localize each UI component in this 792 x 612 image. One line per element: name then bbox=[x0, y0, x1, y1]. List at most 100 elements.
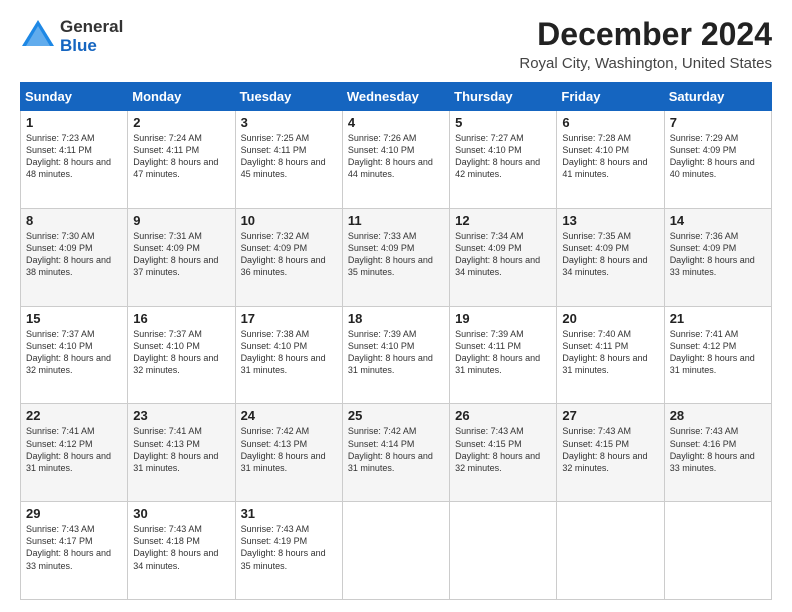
cell-text: Sunrise: 7:39 AMSunset: 4:11 PMDaylight:… bbox=[455, 329, 540, 375]
day-number: 15 bbox=[26, 311, 122, 326]
calendar-cell: 4 Sunrise: 7:26 AMSunset: 4:10 PMDaylight… bbox=[342, 111, 449, 209]
cell-text: Sunrise: 7:43 AMSunset: 4:19 PMDaylight:… bbox=[241, 524, 326, 570]
day-number: 3 bbox=[241, 115, 337, 130]
cell-text: Sunrise: 7:41 AMSunset: 4:12 PMDaylight:… bbox=[670, 329, 755, 375]
calendar-day-header: Friday bbox=[557, 83, 664, 111]
calendar-cell: 14 Sunrise: 7:36 AMSunset: 4:09 PMDayligh… bbox=[664, 208, 771, 306]
cell-text: Sunrise: 7:40 AMSunset: 4:11 PMDaylight:… bbox=[562, 329, 647, 375]
day-number: 29 bbox=[26, 506, 122, 521]
calendar-body: 1 Sunrise: 7:23 AMSunset: 4:11 PMDaylight… bbox=[21, 111, 772, 600]
calendar-cell: 6Sunrise: 7:28 AMSunset: 4:10 PMDaylight… bbox=[557, 111, 664, 209]
page: General Blue December 2024 Royal City, W… bbox=[0, 0, 792, 612]
cell-text: Sunrise: 7:37 AMSunset: 4:10 PMDaylight:… bbox=[26, 329, 111, 375]
calendar-cell: 13 Sunrise: 7:35 AMSunset: 4:09 PMDayligh… bbox=[557, 208, 664, 306]
day-number: 30 bbox=[133, 506, 229, 521]
cell-text: Sunrise: 7:43 AMSunset: 4:15 PMDaylight:… bbox=[562, 426, 647, 472]
calendar-cell: 11 Sunrise: 7:33 AMSunset: 4:09 PMDayligh… bbox=[342, 208, 449, 306]
day-number: 1 bbox=[26, 115, 122, 130]
day-number: 13 bbox=[562, 213, 658, 228]
cell-text: Sunrise: 7:24 AMSunset: 4:11 PMDaylight:… bbox=[133, 133, 218, 179]
cell-text: Sunrise: 7:37 AMSunset: 4:10 PMDaylight:… bbox=[133, 329, 218, 375]
logo: General Blue bbox=[20, 16, 123, 57]
calendar-day-header: Tuesday bbox=[235, 83, 342, 111]
day-number: 25 bbox=[348, 408, 444, 423]
calendar-day-header: Monday bbox=[128, 83, 235, 111]
day-number: 20 bbox=[562, 311, 658, 326]
calendar-cell: 12 Sunrise: 7:34 AMSunset: 4:09 PMDayligh… bbox=[450, 208, 557, 306]
calendar-cell: 26Sunrise: 7:43 AMSunset: 4:15 PMDayligh… bbox=[450, 404, 557, 502]
day-number: 7 bbox=[670, 115, 766, 130]
cell-text: Sunrise: 7:30 AMSunset: 4:09 PMDaylight:… bbox=[26, 231, 111, 277]
cell-text: Sunrise: 7:43 AMSunset: 4:17 PMDaylight:… bbox=[26, 524, 111, 570]
calendar-cell bbox=[342, 502, 449, 600]
day-number: 10 bbox=[241, 213, 337, 228]
day-number: 2 bbox=[133, 115, 229, 130]
day-number: 31 bbox=[241, 506, 337, 521]
calendar-cell: 20 Sunrise: 7:40 AMSunset: 4:11 PMDayligh… bbox=[557, 306, 664, 404]
day-number: 6 bbox=[562, 115, 658, 130]
calendar-day-header: Saturday bbox=[664, 83, 771, 111]
cell-text: Sunrise: 7:23 AMSunset: 4:11 PMDaylight:… bbox=[26, 133, 111, 179]
day-number: 24 bbox=[241, 408, 337, 423]
cell-text: Sunrise: 7:39 AMSunset: 4:10 PMDaylight:… bbox=[348, 329, 433, 375]
day-number: 11 bbox=[348, 213, 444, 228]
calendar-day-header: Wednesday bbox=[342, 83, 449, 111]
day-number: 8 bbox=[26, 213, 122, 228]
day-number: 12 bbox=[455, 213, 551, 228]
day-number: 5 bbox=[455, 115, 551, 130]
cell-text: Sunrise: 7:31 AMSunset: 4:09 PMDaylight:… bbox=[133, 231, 218, 277]
cell-text: Sunrise: 7:26 AMSunset: 4:10 PMDaylight:… bbox=[348, 133, 433, 179]
logo-blue-text: Blue bbox=[60, 37, 123, 56]
calendar-cell: 29 Sunrise: 7:43 AMSunset: 4:17 PMDayligh… bbox=[21, 502, 128, 600]
title-section: December 2024 Royal City, Washington, Un… bbox=[519, 16, 772, 72]
cell-text: Sunrise: 7:34 AMSunset: 4:09 PMDaylight:… bbox=[455, 231, 540, 277]
main-title: December 2024 bbox=[519, 16, 772, 53]
calendar-week-row: 1 Sunrise: 7:23 AMSunset: 4:11 PMDaylight… bbox=[21, 111, 772, 209]
calendar-cell: 1 Sunrise: 7:23 AMSunset: 4:11 PMDaylight… bbox=[21, 111, 128, 209]
day-number: 27 bbox=[562, 408, 658, 423]
calendar-cell: 9 Sunrise: 7:31 AMSunset: 4:09 PMDaylight… bbox=[128, 208, 235, 306]
cell-text: Sunrise: 7:33 AMSunset: 4:09 PMDaylight:… bbox=[348, 231, 433, 277]
calendar-cell: 24 Sunrise: 7:42 AMSunset: 4:13 PMDayligh… bbox=[235, 404, 342, 502]
calendar-cell: 21 Sunrise: 7:41 AMSunset: 4:12 PMDayligh… bbox=[664, 306, 771, 404]
cell-text: Sunrise: 7:36 AMSunset: 4:09 PMDaylight:… bbox=[670, 231, 755, 277]
day-number: 17 bbox=[241, 311, 337, 326]
day-number: 22 bbox=[26, 408, 122, 423]
day-number: 19 bbox=[455, 311, 551, 326]
calendar-cell: 3 Sunrise: 7:25 AMSunset: 4:11 PMDaylight… bbox=[235, 111, 342, 209]
calendar-cell bbox=[450, 502, 557, 600]
cell-text: Sunrise: 7:25 AMSunset: 4:11 PMDaylight:… bbox=[241, 133, 326, 179]
calendar-cell: 2 Sunrise: 7:24 AMSunset: 4:11 PMDaylight… bbox=[128, 111, 235, 209]
calendar-cell: 27 Sunrise: 7:43 AMSunset: 4:15 PMDayligh… bbox=[557, 404, 664, 502]
subtitle: Royal City, Washington, United States bbox=[519, 55, 772, 72]
day-number: 14 bbox=[670, 213, 766, 228]
cell-text: Sunrise: 7:41 AMSunset: 4:12 PMDaylight:… bbox=[26, 426, 111, 472]
calendar-day-header: Sunday bbox=[21, 83, 128, 111]
calendar-cell: 28Sunrise: 7:43 AMSunset: 4:16 PMDayligh… bbox=[664, 404, 771, 502]
day-number: 16 bbox=[133, 311, 229, 326]
calendar-cell bbox=[664, 502, 771, 600]
calendar-week-row: 15 Sunrise: 7:37 AMSunset: 4:10 PMDayligh… bbox=[21, 306, 772, 404]
calendar-cell: 16 Sunrise: 7:37 AMSunset: 4:10 PMDayligh… bbox=[128, 306, 235, 404]
calendar-cell: 5Sunrise: 7:27 AMSunset: 4:10 PMDaylight… bbox=[450, 111, 557, 209]
cell-text: Sunrise: 7:42 AMSunset: 4:13 PMDaylight:… bbox=[241, 426, 326, 472]
cell-text: Sunrise: 7:35 AMSunset: 4:09 PMDaylight:… bbox=[562, 231, 647, 277]
cell-text: Sunrise: 7:42 AMSunset: 4:14 PMDaylight:… bbox=[348, 426, 433, 472]
day-number: 4 bbox=[348, 115, 444, 130]
header: General Blue December 2024 Royal City, W… bbox=[20, 16, 772, 72]
calendar-cell: 18 Sunrise: 7:39 AMSunset: 4:10 PMDayligh… bbox=[342, 306, 449, 404]
day-number: 9 bbox=[133, 213, 229, 228]
cell-text: Sunrise: 7:43 AMSunset: 4:18 PMDaylight:… bbox=[133, 524, 218, 570]
day-number: 23 bbox=[133, 408, 229, 423]
calendar-cell: 23Sunrise: 7:41 AMSunset: 4:13 PMDayligh… bbox=[128, 404, 235, 502]
calendar-header-row: SundayMondayTuesdayWednesdayThursdayFrid… bbox=[21, 83, 772, 111]
day-number: 18 bbox=[348, 311, 444, 326]
logo-icon bbox=[20, 16, 56, 57]
calendar-week-row: 22 Sunrise: 7:41 AMSunset: 4:12 PMDayligh… bbox=[21, 404, 772, 502]
calendar-cell: 10Sunrise: 7:32 AMSunset: 4:09 PMDayligh… bbox=[235, 208, 342, 306]
day-number: 21 bbox=[670, 311, 766, 326]
logo-general-text: General bbox=[60, 18, 123, 37]
calendar-cell bbox=[557, 502, 664, 600]
calendar-cell: 7Sunrise: 7:29 AMSunset: 4:09 PMDaylight… bbox=[664, 111, 771, 209]
calendar-week-row: 8 Sunrise: 7:30 AMSunset: 4:09 PMDaylight… bbox=[21, 208, 772, 306]
